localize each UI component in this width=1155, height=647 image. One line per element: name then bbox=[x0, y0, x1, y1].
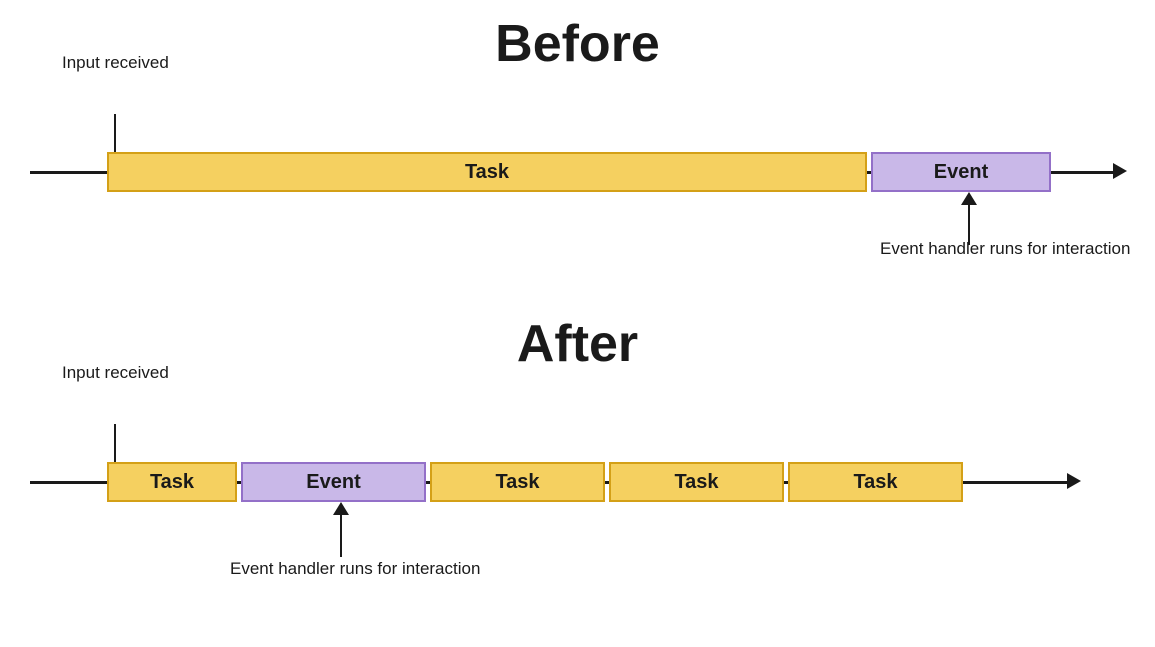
before-timeline-right bbox=[1051, 171, 1119, 174]
before-section: Before Input received Task Event bbox=[0, 10, 1155, 310]
after-event-handler-label: Event handler runs for interaction bbox=[230, 558, 480, 580]
after-task-box-4: Task bbox=[788, 462, 963, 502]
before-timeline-arrow bbox=[1113, 163, 1127, 179]
diagram-container: Before Input received Task Event bbox=[0, 0, 1155, 647]
before-task-box: Task bbox=[107, 152, 867, 192]
after-timeline-left bbox=[30, 481, 107, 484]
after-task-box-3: Task bbox=[609, 462, 784, 502]
after-timeline-right bbox=[963, 481, 1073, 484]
after-event-box: Event bbox=[241, 462, 426, 502]
before-input-received-label: Input received bbox=[62, 52, 169, 74]
after-task-box-2: Task bbox=[430, 462, 605, 502]
after-title: After bbox=[517, 318, 638, 370]
after-timeline-arrow bbox=[1067, 473, 1081, 489]
after-event-handler-arrow bbox=[333, 502, 349, 557]
after-section: After Input received Task Event Task bbox=[0, 310, 1155, 640]
before-timeline-left bbox=[30, 171, 107, 174]
after-task-box-1: Task bbox=[107, 462, 237, 502]
before-title: Before bbox=[495, 18, 660, 70]
before-event-handler-label: Event handler runs for interaction bbox=[880, 238, 1130, 260]
after-input-received-label: Input received bbox=[62, 362, 169, 384]
before-event-box: Event bbox=[871, 152, 1051, 192]
